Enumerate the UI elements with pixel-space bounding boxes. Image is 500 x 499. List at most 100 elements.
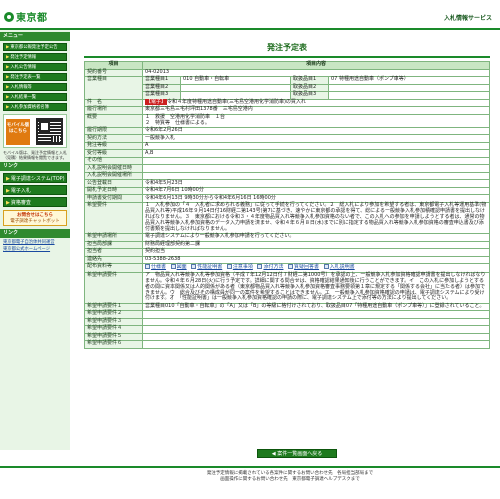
- document-icon: [170, 264, 176, 270]
- sidebar-item-label: 東京都公報発注予定公告: [10, 45, 58, 50]
- mobile-badge[interactable]: モバイル版 はこちら: [6, 119, 30, 145]
- document-icon: [226, 264, 232, 270]
- row-label: 入札説明会開催場所: [84, 171, 143, 181]
- electronic-tag: 【電子】: [145, 98, 168, 105]
- table-row: 連絡先 03-5388-2638: [84, 255, 490, 264]
- sidebar-item-bid-info[interactable]: ▶入札情報等: [3, 83, 67, 91]
- sidebar-item-label: 電子入札: [10, 188, 31, 195]
- apply-method: 電子調達システムにより一般競争入札参加申請を行ってください。: [142, 233, 490, 242]
- header-item: 項目: [84, 61, 143, 70]
- footer-line-2: 画面操作に関するお問い合わせ先 東京都電子調達ヘルプデスクまで: [220, 477, 360, 482]
- sidebar-menu-heading: メニュー: [0, 32, 70, 41]
- bid-open-date: 令和4年7月6日 10時00分: [142, 186, 490, 196]
- table-row: 入札説明会開催日時: [84, 164, 490, 173]
- sidebar-item-label: 入札情報等: [10, 85, 32, 90]
- sidebar-item-label: 資格審査: [10, 200, 31, 207]
- sidebar-item-plan-list[interactable]: ▶発注予定表一覧: [3, 73, 67, 81]
- arrow-icon: ▶: [6, 200, 10, 207]
- sidebar-item-order-plan[interactable]: ▶発注予定情報: [3, 53, 67, 61]
- row-label: 希望申請場所: [84, 233, 143, 242]
- link-joint-operation[interactable]: 東京都電子自治体共同運営: [3, 239, 67, 245]
- row-label: その他: [84, 156, 143, 166]
- subject-text: 令和４年度特種用途自動車(三宅島空港用化学消防車)の買入れ: [167, 98, 306, 105]
- document-icon: [257, 264, 263, 270]
- tokyo-logo[interactable]: 東京都: [4, 9, 48, 24]
- sidebar-item-label: 入札参加資格者名簿: [10, 105, 49, 110]
- doc-link-qa[interactable]: 質疑回答書: [294, 264, 319, 270]
- arrow-icon: ▶: [6, 55, 10, 60]
- table-row: 希望申請要件２: [84, 310, 490, 319]
- arrow-icon: ▶: [6, 95, 10, 100]
- table-row: 希望申請要件４: [84, 325, 490, 334]
- doc-link-drawing[interactable]: 図面: [177, 264, 187, 270]
- doc-link-spec[interactable]: 仕様書: [151, 264, 166, 270]
- doc-link-method[interactable]: 添付方法: [263, 264, 283, 270]
- table-row: 概要 １ 救援 空港用化学消防車 １台 ２ 特質等 仕様書による。: [84, 113, 490, 128]
- briefing-date: [142, 164, 490, 173]
- requirement-1: 営業種目010「自動車・自転車」の「A」又は「B」の等級に格付けされており、取扱…: [142, 302, 490, 312]
- table-row: 担当者 契約担当: [84, 248, 490, 257]
- table-row: 希望申請要件３: [84, 317, 490, 327]
- logo-text: 東京都: [16, 13, 48, 24]
- sidebar-item-gazette[interactable]: ▶東京都公報発注予定公告: [3, 43, 67, 51]
- sidebar-link-qualification[interactable]: ▶資格審査: [3, 197, 67, 208]
- header: 東京都 入札情報サービス: [0, 0, 500, 30]
- requirement-2: [142, 310, 490, 319]
- row-label: 概要: [84, 113, 143, 128]
- qr-code-icon: [36, 118, 63, 145]
- requirement-4: [142, 325, 490, 334]
- row-label: 営業種目: [84, 76, 143, 100]
- chatbot-banner[interactable]: お問合せはこちら 電子調達チャットボット: [3, 210, 67, 227]
- mobile-note: モバイル版は、発注予定情報と入札（見積）結果情報を閲覧できます。: [3, 150, 67, 161]
- sidebar-item-results[interactable]: ▶入札結果一覧: [3, 93, 67, 101]
- summary: １ 救援 空港用化学消防車 １台 ２ 特質等 仕様書による。: [142, 113, 490, 128]
- header-content: 項目内容: [142, 61, 490, 70]
- table-row: 希望申請場所 電子調達システムにより一般競争入札参加申請を行ってください。: [84, 233, 490, 242]
- mobile-promo[interactable]: モバイル版 はこちら: [3, 114, 67, 148]
- item-value: [328, 91, 490, 100]
- qualification-text: ア 物品買入れ等競争入札等参加資格（平成７年12月12日付７財経二第1000号）…: [142, 271, 490, 304]
- link-tokyo-official[interactable]: 東京都公式ホームページ: [3, 246, 67, 252]
- requirement-5: [142, 332, 490, 342]
- sidebar-item-registry[interactable]: ▶入札参加資格者名簿: [3, 103, 67, 111]
- period: 令和6年2月26日: [142, 126, 490, 136]
- sidebar-link-ebid[interactable]: ▶電子入札: [3, 185, 67, 196]
- requirement-6: [142, 340, 490, 349]
- item-value: 07 特種用途自動車（ポンプ車等）: [328, 76, 490, 85]
- item-value: [328, 83, 490, 92]
- doc-link-notes[interactable]: 注意事項: [233, 264, 253, 270]
- summary-line: ２ 特質等 仕様書による。: [145, 119, 210, 126]
- doc-link-bid-guide[interactable]: 入札説明書: [330, 264, 355, 270]
- page-title: 発注予定表: [267, 43, 307, 52]
- footer-divider: [0, 466, 500, 468]
- contact-phone: 03-5388-2638: [142, 255, 490, 264]
- business-type-value: [180, 83, 291, 92]
- other: [142, 156, 490, 166]
- documents-list: 仕様書 図面 性能証明書 注意事項 添付方法 質疑回答書 入札説明書: [142, 263, 490, 273]
- sidebar-item-bid-notice[interactable]: ▶入札公告情報: [3, 63, 67, 71]
- chatbot-banner-sub: 電子調達チャットボット: [10, 219, 60, 225]
- contact-person: 契約担当: [142, 248, 490, 257]
- sidebar-link-procurement-top[interactable]: ▶電子調達システム(TOP): [3, 173, 67, 184]
- sidebar-item-label: 電子調達システム(TOP): [10, 176, 65, 183]
- sidebar-links-heading-2: リンク: [0, 229, 70, 239]
- main-content: 発注予定表 項目 項目内容 契約番号 04-02013 営業種目 営業種目1 0…: [84, 30, 490, 349]
- sidebar-item-label: 入札公告情報: [10, 65, 37, 70]
- arrow-icon: ▶: [6, 176, 10, 183]
- table-row: 希望申請要件５: [84, 332, 490, 342]
- contract-method: 一般競争入札: [142, 134, 490, 143]
- arrow-icon: ▶: [6, 85, 10, 90]
- table-row: 受付等級 A,B: [84, 149, 490, 158]
- site-title: 入札情報サービス: [443, 15, 492, 22]
- doc-link-performance[interactable]: 性能証明書: [197, 264, 222, 270]
- back-to-list-button[interactable]: ◀ 案件一覧画面へ戻る: [257, 449, 337, 458]
- sidebar: メニュー ▶東京都公報発注予定公告 ▶発注予定情報 ▶入札公告情報 ▶発注予定表…: [0, 30, 70, 450]
- row-label: 履行期限: [84, 126, 143, 136]
- tokyo-emblem-icon: [4, 11, 14, 22]
- table-row: 開札予定日時 令和4年7月6日 10時00分: [84, 186, 490, 196]
- business-type-value: 010 自動車・自転車: [180, 76, 291, 85]
- table-row: 発注等級 A: [84, 141, 490, 151]
- sidebar-item-label: 発注予定情報: [10, 55, 37, 60]
- footer: 発注予定情報に掲載されている各案件に関するお問い合わせ先 各局担当部局まで 画面…: [0, 466, 500, 499]
- requirement-3: [142, 317, 490, 327]
